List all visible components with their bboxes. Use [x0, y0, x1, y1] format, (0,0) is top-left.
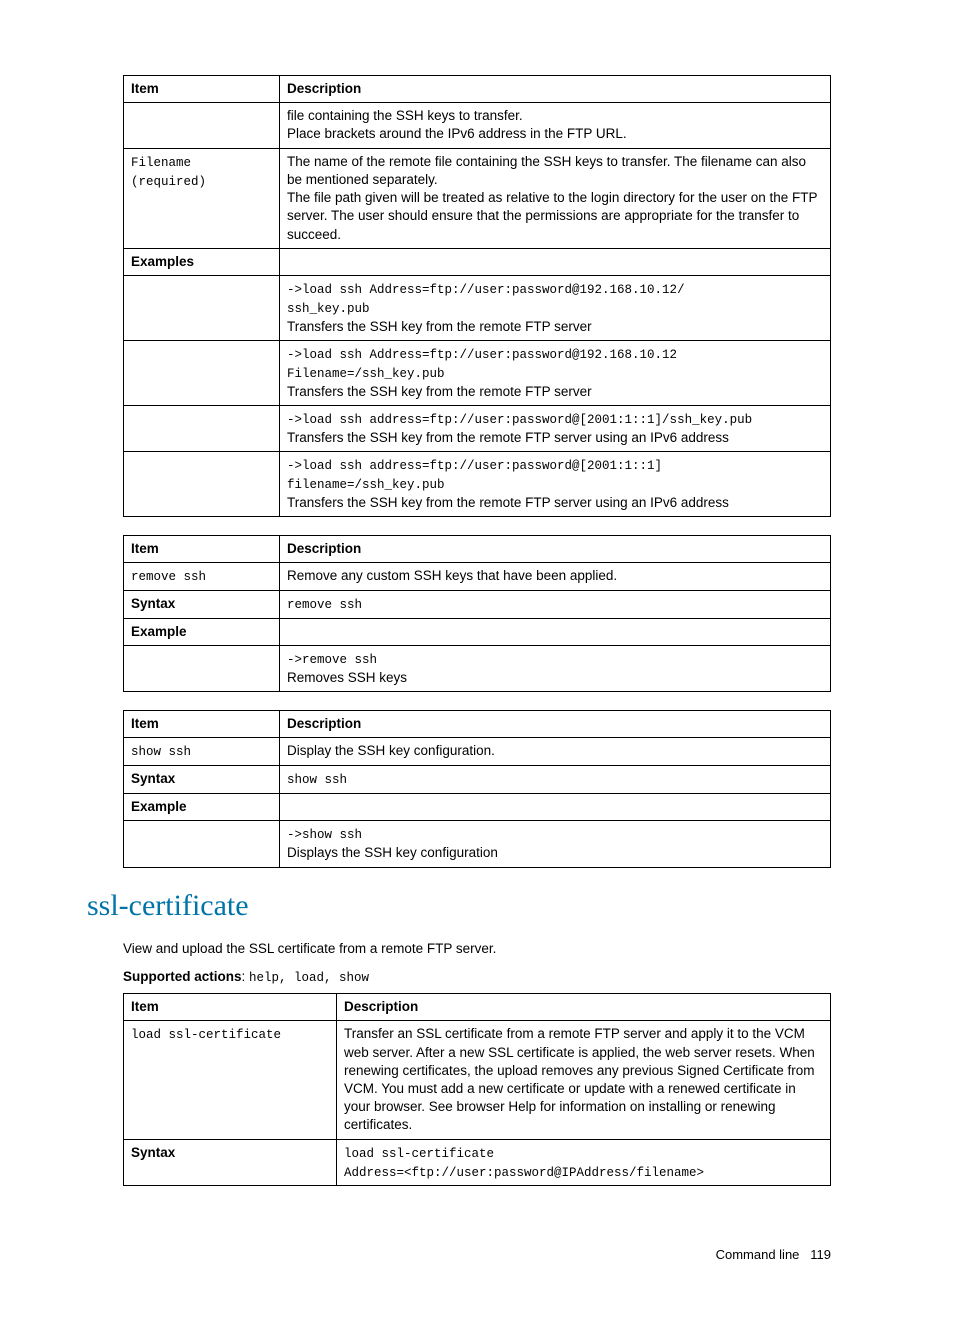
example-caption: Transfers the SSH key from the remote FT… [287, 495, 729, 510]
syntax-code: Address=<ftp://user:password@IPAddress/f… [344, 1166, 704, 1180]
col-header-item: Item [124, 76, 280, 103]
table-ssh-load: Item Description file containing the SSH… [123, 75, 831, 517]
example-code: ->load ssh Address=ftp://user:password@1… [287, 283, 685, 297]
syntax-code: remove ssh [287, 598, 362, 612]
example-caption: Transfers the SSH key from the remote FT… [287, 319, 592, 334]
cell-text: Place brackets around the IPv6 address i… [287, 126, 627, 141]
section-label-examples: Examples [124, 248, 280, 275]
section-label-example: Example [124, 794, 280, 821]
section-label-example: Example [124, 618, 280, 645]
command-name: show ssh [131, 745, 191, 759]
example-caption: Transfers the SSH key from the remote FT… [287, 384, 592, 399]
table-row: ->show ssh Displays the SSH key configur… [124, 821, 831, 867]
param-name: Filename [131, 156, 191, 170]
example-caption: Transfers the SSH key from the remote FT… [287, 430, 729, 445]
table-row: Syntax show ssh [124, 766, 831, 794]
table-ssl-certificate: Item Description load ssl-certificate Tr… [123, 993, 831, 1186]
table-row: Filename (required) The name of the remo… [124, 148, 831, 248]
col-header-description: Description [280, 535, 831, 562]
syntax-code: load ssl-certificate [344, 1147, 494, 1161]
table-header-row: Item Description [124, 994, 831, 1021]
table-row: load ssl-certificate Transfer an SSL cer… [124, 1021, 831, 1139]
table-row: ->remove ssh Removes SSH keys [124, 646, 831, 692]
table-row: ->load ssh address=ftp://user:password@[… [124, 405, 831, 451]
col-header-description: Description [337, 994, 831, 1021]
cell-text: Transfer an SSL certificate from a remot… [337, 1021, 831, 1139]
table-ssh-show: Item Description show ssh Display the SS… [123, 710, 831, 867]
table-row: Syntax load ssl-certificate Address=<ftp… [124, 1139, 831, 1186]
example-code: ->remove ssh [287, 653, 377, 667]
example-code: filename=/ssh_key.pub [287, 478, 445, 492]
table-header-row: Item Description [124, 76, 831, 103]
table-row: ->load ssh address=ftp://user:password@[… [124, 452, 831, 517]
col-header-description: Description [280, 711, 831, 738]
table-row: ->load ssh Address=ftp://user:password@1… [124, 340, 831, 405]
cell-text: file containing the SSH keys to transfer… [287, 108, 523, 123]
footer-page-number: 119 [810, 1247, 831, 1262]
table-row: Example [124, 794, 831, 821]
col-header-description: Description [280, 76, 831, 103]
param-required: (required) [131, 175, 206, 189]
col-header-item: Item [124, 994, 337, 1021]
example-code: Filename=/ssh_key.pub [287, 367, 445, 381]
supported-actions-values: help, load, show [249, 971, 369, 985]
supported-actions-line: Supported actions: help, load, show [123, 968, 831, 987]
syntax-code: show ssh [287, 773, 347, 787]
table-row: Example [124, 618, 831, 645]
section-label-syntax: Syntax [124, 1139, 337, 1186]
example-caption: Displays the SSH key configuration [287, 845, 498, 860]
table-row: remove ssh Remove any custom SSH keys th… [124, 563, 831, 591]
cell-text: Remove any custom SSH keys that have bee… [280, 563, 831, 591]
table-row: Examples [124, 248, 831, 275]
example-code: ->load ssh address=ftp://user:password@[… [287, 459, 662, 473]
example-code: ->load ssh address=ftp://user:password@[… [287, 413, 752, 427]
section-intro: View and upload the SSL certificate from… [123, 940, 831, 958]
table-row: file containing the SSH keys to transfer… [124, 103, 831, 148]
command-name: load ssl-certificate [131, 1028, 281, 1042]
cell-text: Display the SSH key configuration. [280, 738, 831, 766]
table-row: ->load ssh Address=ftp://user:password@1… [124, 275, 831, 340]
section-label-syntax: Syntax [124, 591, 280, 619]
page-footer: Command line 119 [123, 1246, 831, 1264]
example-caption: Removes SSH keys [287, 670, 407, 685]
example-code: ssh_key.pub [287, 302, 370, 316]
table-row: Syntax remove ssh [124, 591, 831, 619]
example-code: ->load ssh Address=ftp://user:password@1… [287, 348, 677, 362]
footer-label: Command line [716, 1247, 800, 1262]
col-header-item: Item [124, 535, 280, 562]
col-header-item: Item [124, 711, 280, 738]
table-row: show ssh Display the SSH key configurati… [124, 738, 831, 766]
cell-text: The name of the remote file containing t… [287, 154, 806, 187]
supported-actions-label: Supported actions [123, 969, 242, 984]
table-header-row: Item Description [124, 535, 831, 562]
table-ssh-remove: Item Description remove ssh Remove any c… [123, 535, 831, 692]
cell-text: The file path given will be treated as r… [287, 190, 817, 241]
command-name: remove ssh [131, 570, 206, 584]
table-header-row: Item Description [124, 711, 831, 738]
section-label-syntax: Syntax [124, 766, 280, 794]
section-heading-ssl-certificate: ssl-certificate [87, 886, 831, 927]
example-code: ->show ssh [287, 828, 362, 842]
